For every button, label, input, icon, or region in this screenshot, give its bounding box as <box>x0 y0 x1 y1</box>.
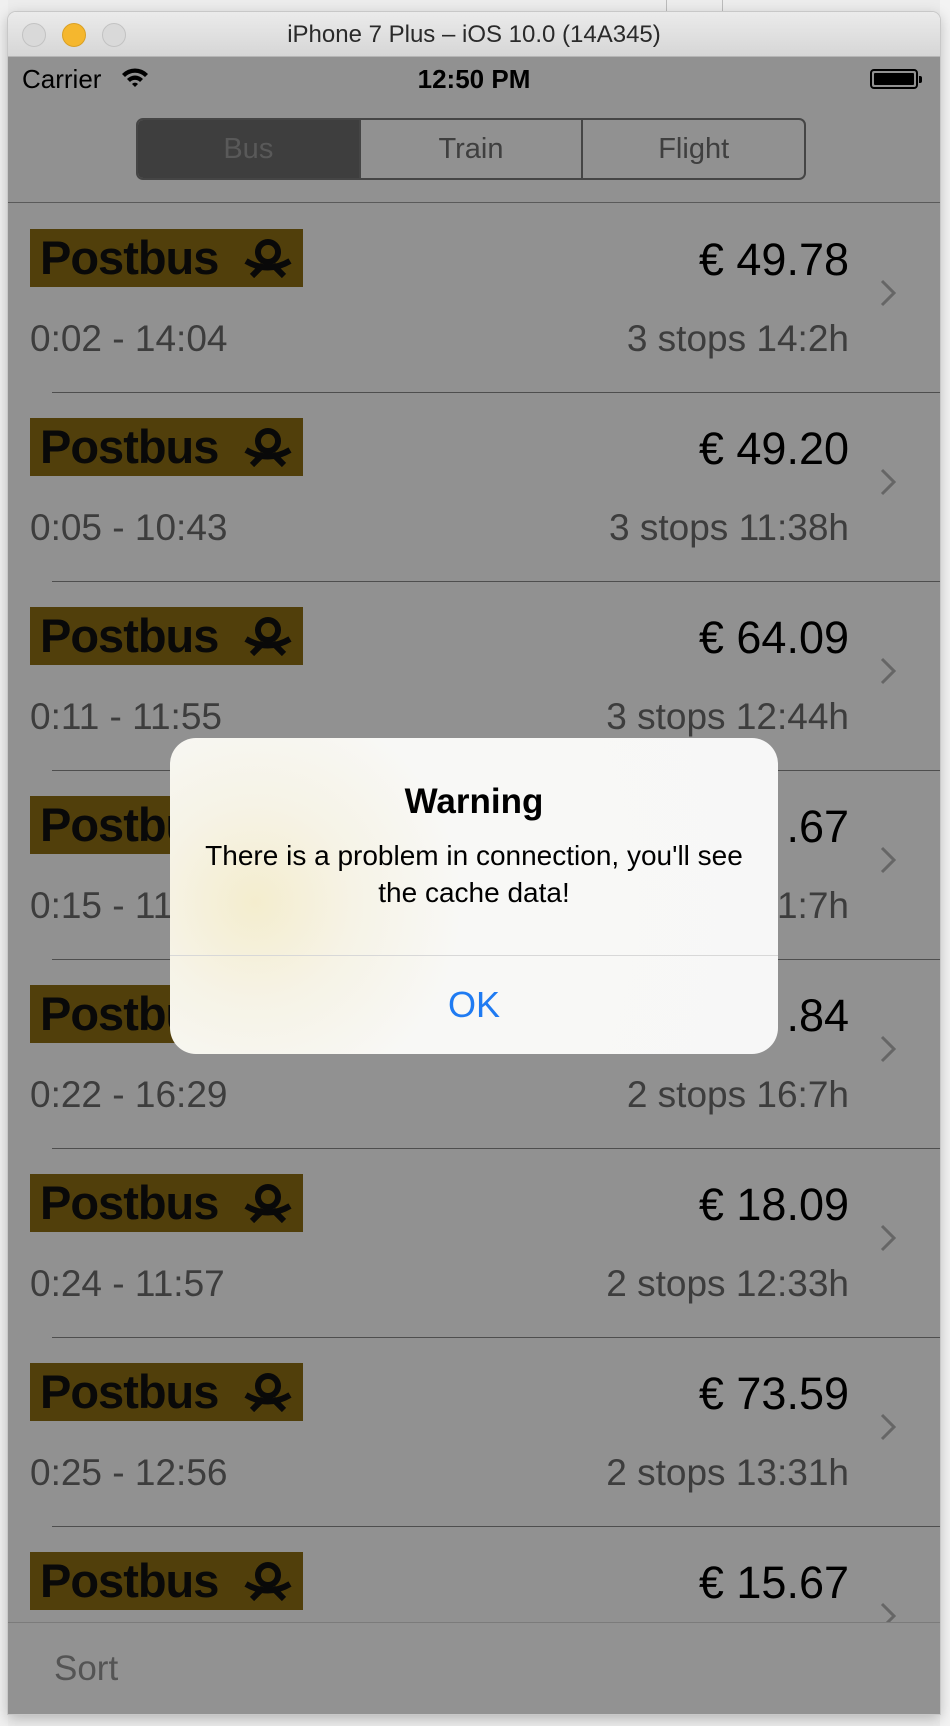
sort-button[interactable]: Sort <box>54 1649 118 1689</box>
window-titlebar[interactable]: iPhone 7 Plus – iOS 10.0 (14A345) <box>8 12 940 57</box>
window-title: iPhone 7 Plus – iOS 10.0 (14A345) <box>287 21 661 48</box>
background-right-strip <box>940 0 950 1726</box>
bottom-toolbar: Sort <box>8 1622 940 1714</box>
background-left-strip <box>0 0 8 1726</box>
device-screen: Carrier 12:50 PM Bus Train Flight Postbu… <box>8 57 940 1714</box>
simulator-window: iPhone 7 Plus – iOS 10.0 (14A345) Carrie… <box>8 12 940 1714</box>
warning-alert-dialog: Warning There is a problem in connection… <box>170 738 778 1054</box>
alert-title: Warning <box>404 782 544 821</box>
alert-message: There is a problem in connection, you'll… <box>205 840 743 908</box>
alert-ok-button[interactable]: OK <box>170 955 778 1054</box>
